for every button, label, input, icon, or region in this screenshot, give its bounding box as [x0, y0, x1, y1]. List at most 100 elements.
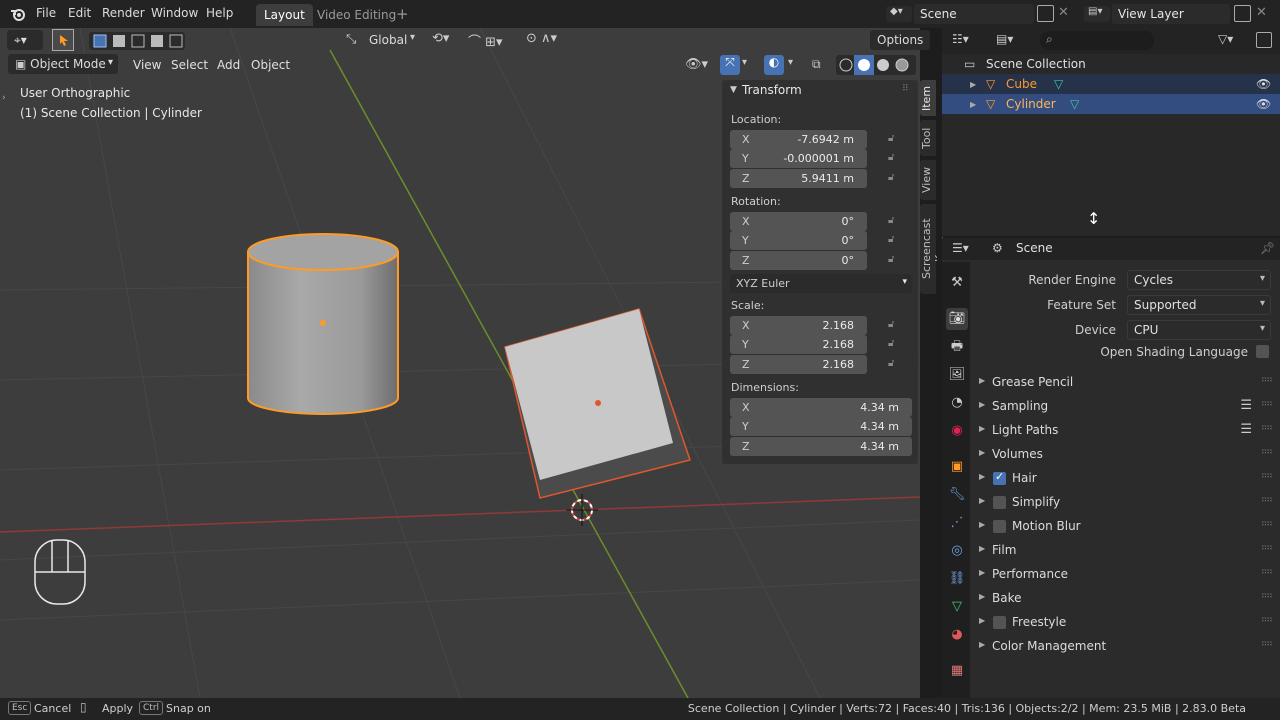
- render-engine-dropdown[interactable]: Cycles ▾: [1127, 270, 1271, 290]
- panel-freestyle[interactable]: ▶ Freestyle ⠶⠶: [972, 612, 1278, 634]
- pivot-point-icon[interactable]: ⟲▾: [432, 31, 449, 46]
- view-layer-selector-icon[interactable]: ▤▾: [1084, 6, 1110, 22]
- transform-title[interactable]: Transform: [742, 83, 802, 97]
- tool-tab-icon[interactable]: ⚒: [946, 272, 968, 294]
- scale-x-field[interactable]: X 2.168: [730, 316, 867, 335]
- tab-video-editing[interactable]: Video Editing: [309, 4, 404, 26]
- menu-object[interactable]: Object: [251, 58, 290, 72]
- panel-volumes[interactable]: ▶ Volumes ⠶⠶: [972, 444, 1278, 466]
- properties-editor-type-icon[interactable]: ☰▾: [952, 241, 969, 255]
- expand-triangle-icon[interactable]: ▶: [970, 100, 976, 109]
- dimensions-z-field[interactable]: Z 4.34 m: [730, 437, 912, 456]
- gizmo-toggle-icon[interactable]: ⤧: [720, 55, 740, 75]
- location-x-field[interactable]: X -7.6942 m: [730, 130, 867, 149]
- texture-tab-icon[interactable]: ▦: [946, 660, 968, 682]
- snap-icon[interactable]: ⌒ ⊞▾: [468, 31, 503, 50]
- mesh-data-icon[interactable]: ▽: [1070, 97, 1079, 111]
- freestyle-checkbox[interactable]: [993, 616, 1006, 629]
- scene-selector-icon[interactable]: ◆▾: [886, 6, 912, 22]
- material-tab-icon[interactable]: ◕: [946, 624, 968, 646]
- options-dropdown[interactable]: Options: [870, 30, 931, 50]
- display-mode-icon[interactable]: ▤▾: [996, 32, 1013, 46]
- device-dropdown[interactable]: CPU ▾: [1127, 320, 1271, 340]
- xray-toggle-icon[interactable]: ⧉: [812, 57, 821, 72]
- eye-icon[interactable]: 👁: [1256, 97, 1271, 111]
- drag-handle-icon[interactable]: ⠶⠶: [1261, 567, 1273, 577]
- drag-handle-icon[interactable]: ⠶⠶: [1261, 639, 1273, 649]
- location-z-field[interactable]: Z 5.9411 m: [730, 169, 867, 188]
- render-tab-icon[interactable]: 📷︎: [946, 308, 968, 330]
- drag-handle-icon[interactable]: ⠶⠶: [1261, 495, 1273, 505]
- menu-edit[interactable]: Edit: [68, 6, 91, 20]
- scale-z-field[interactable]: Z 2.168: [730, 355, 867, 374]
- simplify-checkbox[interactable]: [993, 496, 1006, 509]
- lock-icon[interactable]: 🔓︎: [888, 133, 902, 145]
- tab-screencast-keys[interactable]: Screencast Keys: [920, 204, 946, 294]
- lock-icon[interactable]: 🔓︎: [888, 358, 902, 370]
- motion-blur-checkbox[interactable]: [993, 520, 1006, 533]
- mode-dropdown[interactable]: ▣ Object Mode ▾: [8, 54, 118, 74]
- rotation-z-field[interactable]: Z 0°: [730, 251, 867, 270]
- add-workspace-icon[interactable]: +: [396, 5, 409, 23]
- chevron-down-icon[interactable]: ▾: [788, 57, 793, 68]
- tab-tool[interactable]: Tool: [920, 120, 936, 156]
- panel-hair[interactable]: ▶ Hair ⠶⠶: [972, 468, 1278, 490]
- collapse-triangle-icon[interactable]: ▼: [730, 85, 737, 95]
- menu-render[interactable]: Render: [102, 6, 145, 20]
- world-tab-icon[interactable]: ◉: [946, 420, 968, 442]
- tab-layout[interactable]: Layout: [256, 4, 313, 26]
- panel-bake[interactable]: ▶ Bake ⠶⠶: [972, 588, 1278, 610]
- menu-file[interactable]: File: [36, 6, 56, 20]
- menu-help[interactable]: Help: [206, 6, 233, 20]
- panel-sampling[interactable]: ▶ Sampling ☰ ⠶⠶: [972, 396, 1278, 418]
- constraints-tab-icon[interactable]: ⛓︎: [946, 568, 968, 590]
- drag-handle-icon[interactable]: ⠶⠶: [1261, 399, 1273, 409]
- delete-view-layer-icon[interactable]: ✕: [1256, 5, 1267, 20]
- mesh-data-icon[interactable]: ▽: [1054, 77, 1063, 91]
- rotation-x-field[interactable]: X 0°: [730, 212, 867, 231]
- scene-name-field[interactable]: Scene: [914, 4, 1034, 24]
- scene-tab-icon[interactable]: ◔: [946, 392, 968, 414]
- drag-handle-icon[interactable]: ⠶⠶: [1261, 423, 1273, 433]
- drag-handle-icon[interactable]: ⠶⠶: [1261, 543, 1273, 553]
- lock-icon[interactable]: 🔓︎: [888, 234, 902, 246]
- presets-list-icon[interactable]: ☰: [1240, 422, 1252, 437]
- chevron-down-icon[interactable]: ▾: [742, 57, 747, 68]
- drag-handle-icon[interactable]: ⠶⠶: [1261, 447, 1273, 457]
- filter-icon[interactable]: ▽▾: [1218, 32, 1233, 46]
- panel-motion-blur[interactable]: ▶ Motion Blur ⠶⠶: [972, 516, 1278, 538]
- scale-y-field[interactable]: Y 2.168: [730, 335, 867, 354]
- mesh-data-tab-icon[interactable]: ▽: [946, 596, 968, 618]
- rotation-mode-dropdown[interactable]: XYZ Euler ▾: [730, 274, 912, 293]
- pin-icon[interactable]: 📌︎: [1260, 241, 1275, 255]
- drag-handle-icon[interactable]: ⠶⠶: [1261, 375, 1273, 385]
- selection-mode-icons[interactable]: [89, 32, 185, 50]
- presets-list-icon[interactable]: ☰: [1240, 398, 1252, 413]
- shading-modes[interactable]: [836, 55, 916, 75]
- modifier-tab-icon[interactable]: 🔧︎: [946, 484, 968, 506]
- outliner-row-scene-collection[interactable]: ▭ Scene Collection: [942, 54, 1280, 74]
- dimensions-y-field[interactable]: Y 4.34 m: [730, 417, 912, 436]
- object-tab-icon[interactable]: ▣: [946, 456, 968, 478]
- osl-checkbox[interactable]: [1256, 345, 1269, 358]
- tab-item[interactable]: Item: [920, 80, 936, 116]
- panel-film[interactable]: ▶ Film ⠶⠶: [972, 540, 1278, 562]
- proportional-edit-icon[interactable]: ⊙ ∧▾: [526, 31, 557, 46]
- lock-icon[interactable]: 🔓︎: [888, 319, 902, 331]
- editor-type-icon[interactable]: ⌖▾: [7, 30, 43, 50]
- drag-handle-icon[interactable]: ⠶⠶: [1261, 591, 1273, 601]
- new-view-layer-icon[interactable]: [1234, 5, 1251, 22]
- eye-icon[interactable]: 👁: [1256, 77, 1271, 91]
- overlay-toggle-icon[interactable]: ◐: [764, 55, 784, 75]
- cylinder-object[interactable]: [247, 233, 399, 415]
- menu-window[interactable]: Window: [151, 6, 198, 20]
- outliner-row-cube[interactable]: ▶ ▽ Cube ▽ 👁: [942, 74, 1280, 94]
- panel-performance[interactable]: ▶ Performance ⠶⠶: [972, 564, 1278, 586]
- drag-handle-icon[interactable]: ⠶⠶: [1261, 471, 1273, 481]
- visibility-eye-icon[interactable]: 👁▾: [685, 57, 708, 72]
- view-layer-tab-icon[interactable]: 🖼︎: [946, 364, 968, 386]
- toolbar-expand-icon[interactable]: ›: [2, 93, 6, 103]
- cube-object[interactable]: [504, 308, 691, 499]
- feature-set-dropdown[interactable]: Supported ▾: [1127, 295, 1271, 315]
- outliner-row-cylinder[interactable]: ▶ ▽ Cylinder ▽ 👁: [942, 94, 1280, 114]
